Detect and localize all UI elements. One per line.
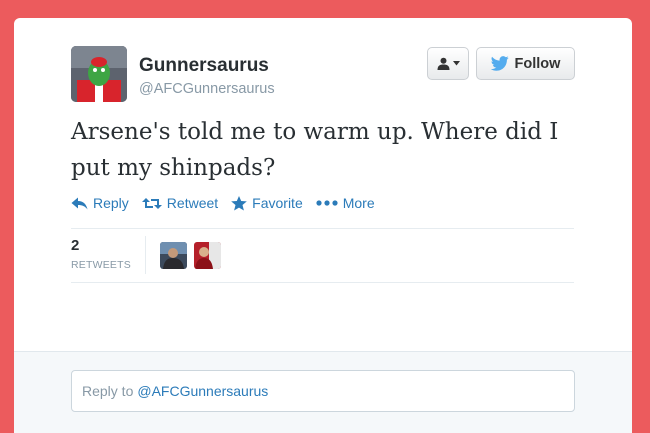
retweeter-avatar-image [194, 242, 221, 269]
twitter-bird-icon [490, 56, 509, 71]
stats-separator [145, 236, 146, 274]
reply-footer: Reply to @AFCGunnersaurus [14, 351, 632, 433]
retweet-icon [141, 197, 162, 209]
caret-down-icon [452, 61, 460, 66]
reply-input[interactable]: Reply to @AFCGunnersaurus [71, 370, 575, 412]
reply-input-mention: @AFCGunnersaurus [137, 383, 269, 399]
favorite-action[interactable]: Favorite [231, 195, 303, 211]
retweeter-avatar-image [160, 242, 187, 269]
star-icon [231, 195, 247, 210]
retweet-label: Retweet [166, 195, 219, 211]
retweeter-avatar[interactable] [160, 242, 187, 269]
stats-bottom-divider [71, 282, 574, 283]
tweet-actions: Reply Retweet Favorite More [71, 195, 388, 211]
retweet-count-label: RETWEETS [71, 259, 131, 271]
retweeter-avatar[interactable] [194, 242, 221, 269]
avatar-image [71, 46, 127, 102]
favorite-label: Favorite [252, 195, 303, 211]
retweet-count[interactable]: 2 [71, 237, 79, 254]
tweet-text: Arsene's told me to warm up. Where did I… [71, 119, 559, 181]
reply-action[interactable]: Reply [71, 195, 129, 211]
tweet-card: Gunnersaurus @AFCGunnersaurus Follow Ars… [14, 18, 632, 433]
follow-button[interactable]: Follow [476, 47, 575, 80]
reply-input-prefix: Reply to [82, 383, 134, 399]
reply-label: Reply [93, 195, 129, 211]
more-dots-icon [316, 200, 338, 206]
user-handle[interactable]: @AFCGunnersaurus [139, 81, 275, 97]
more-label: More [342, 195, 375, 211]
reply-arrow-icon [71, 197, 88, 209]
display-name[interactable]: Gunnersaurus [139, 55, 269, 77]
profile-avatar[interactable] [71, 46, 127, 102]
user-actions-dropdown[interactable] [427, 47, 469, 80]
stats-top-divider [71, 228, 574, 229]
follow-button-label: Follow [514, 55, 561, 72]
retweet-action[interactable]: Retweet [141, 195, 219, 211]
user-icon [437, 57, 449, 70]
more-action[interactable]: More [316, 195, 375, 211]
